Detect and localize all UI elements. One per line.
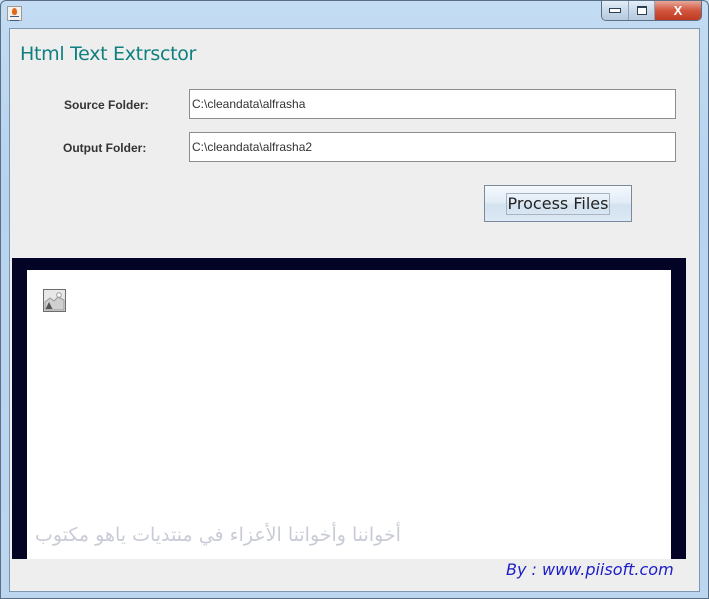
window-controls: X <box>601 1 702 21</box>
application-window: X Html Text Extrsctor Source Folder: Out… <box>0 0 709 599</box>
broken-image-icon <box>43 289 66 312</box>
maximize-icon <box>636 6 647 15</box>
source-folder-input[interactable] <box>189 89 676 119</box>
minimize-icon <box>609 8 621 13</box>
output-folder-input[interactable] <box>189 132 676 162</box>
credit-link[interactable]: By : www.piisoft.com <box>506 560 674 579</box>
close-icon: X <box>673 3 683 18</box>
process-files-button[interactable]: Process Files <box>484 185 632 222</box>
minimize-button[interactable] <box>602 1 629 20</box>
maximize-button[interactable] <box>629 1 655 20</box>
output-folder-label: Output Folder: <box>63 141 147 155</box>
title-bar[interactable]: X <box>1 1 709 27</box>
java-icon[interactable] <box>7 6 22 21</box>
close-button[interactable]: X <box>655 1 701 20</box>
process-files-label: Process Files <box>505 192 611 215</box>
page-title: Html Text Extrsctor <box>20 43 197 65</box>
html-preview-pane: أخواننا وأخواتنا الأعزاء في منتديات ياهو… <box>12 258 686 559</box>
html-preview-content[interactable]: أخواننا وأخواتنا الأعزاء في منتديات ياهو… <box>27 270 671 559</box>
source-folder-label: Source Folder: <box>64 98 149 112</box>
arabic-caption: أخواننا وأخواتنا الأعزاء في منتديات ياهو… <box>35 524 401 546</box>
main-panel: Html Text Extrsctor Source Folder: Outpu… <box>9 28 700 592</box>
